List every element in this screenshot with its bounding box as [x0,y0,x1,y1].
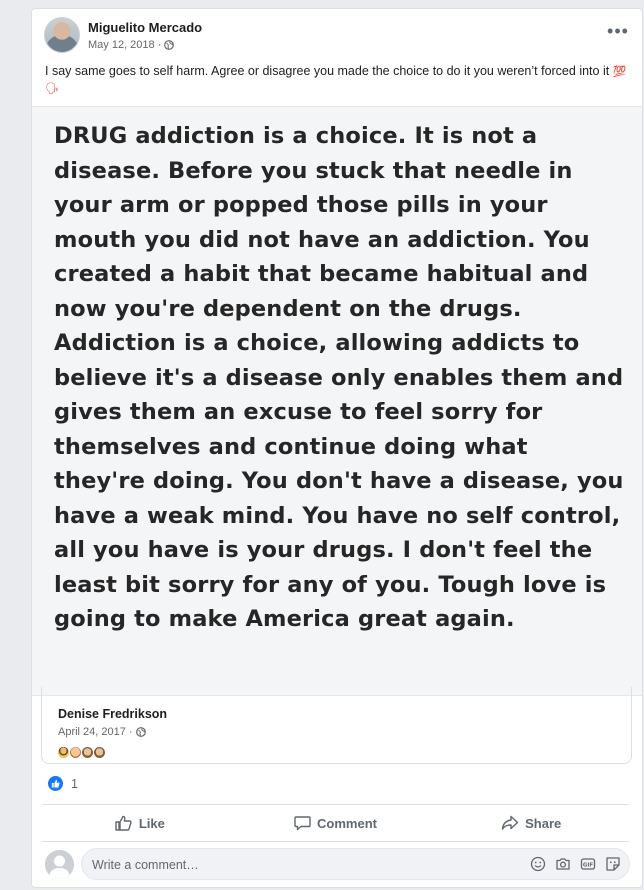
post-meta: May 12, 2018 · [88,39,175,51]
more-options-button[interactable]: ••• [606,22,630,41]
current-user-avatar[interactable] [45,850,74,879]
reaction-summary[interactable]: 1 [48,776,78,791]
sticker-icon[interactable] [605,856,621,872]
svg-text:GIF: GIF [583,863,594,869]
see-no-evil-monkey-icon [94,747,105,758]
shared-emojis [58,747,105,758]
face-emoji-icon [70,747,81,758]
shared-author-name[interactable]: Denise Fredrikson [58,707,167,721]
default-avatar-icon [45,850,74,879]
like-button[interactable]: Like [42,805,238,841]
post-header: Miguelito Mercado May 12, 2018 · ••• [44,17,630,57]
author-name[interactable]: Miguelito Mercado [88,20,202,35]
comment-label: Comment [317,815,377,831]
post-image[interactable]: DRUG addiction is a choice. It is not a … [32,106,642,696]
share-label: Share [525,815,562,831]
comment-composer: Write a comment… GIF [45,848,630,882]
share-icon [501,815,519,830]
person-emoji-icon [58,747,69,758]
shared-post-card[interactable]: Denise Fredrikson April 24, 2017 · [41,687,632,764]
post-caption: I say same goes to self harm. Agree or d… [45,63,630,97]
comment-tools: GIF [530,856,621,872]
post-date[interactable]: May 12, 2018 · [88,39,161,51]
post-card: Miguelito Mercado May 12, 2018 · ••• I s… [31,8,643,888]
globe-icon [164,40,175,50]
action-bar: Like Comment Share [42,804,629,842]
see-no-evil-monkey-icon [82,747,93,758]
caption-text: I say same goes to self harm. Agree or d… [45,64,610,78]
comment-button[interactable]: Comment [238,805,434,841]
image-quote-text: DRUG addiction is a choice. It is not a … [54,123,624,632]
like-label: Like [138,815,165,831]
reaction-count: 1 [71,776,78,791]
comment-icon [294,816,311,831]
comment-placeholder: Write a comment… [92,858,199,872]
gif-icon[interactable]: GIF [580,856,596,872]
shared-date[interactable]: April 24, 2017 · [58,726,133,738]
emoji-icon[interactable] [530,856,546,872]
author-avatar[interactable] [44,17,80,53]
shared-meta: April 24, 2017 · [58,726,146,738]
thumbs-up-icon [115,815,132,831]
comment-input[interactable]: Write a comment… GIF [81,848,630,880]
camera-icon[interactable] [555,856,571,872]
globe-icon [135,727,146,737]
share-button[interactable]: Share [433,805,629,841]
like-reaction-icon [48,776,63,791]
